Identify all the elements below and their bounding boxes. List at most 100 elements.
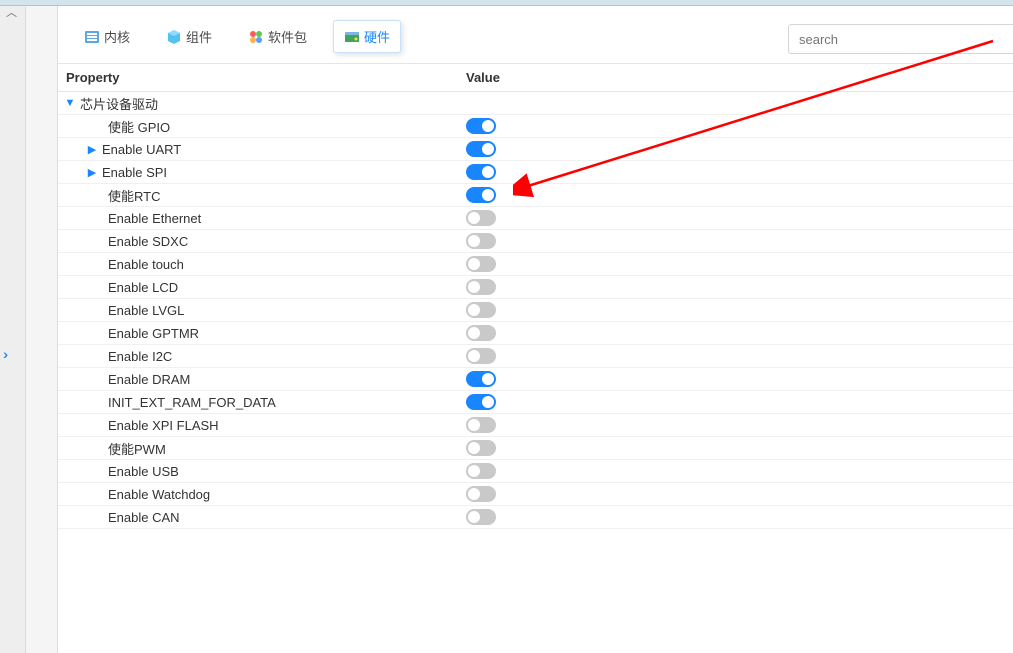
property-label: 使能 GPIO xyxy=(108,120,170,135)
property-label: Enable Ethernet xyxy=(108,211,201,226)
toggle-knob xyxy=(468,304,480,316)
toggle-switch[interactable] xyxy=(466,256,496,272)
property-label: Enable CAN xyxy=(108,510,180,525)
property-label: Enable SDXC xyxy=(108,234,188,249)
property-label: Enable I2C xyxy=(108,349,172,364)
main-area: 内核 组件 软件包 硬件 Pr xyxy=(58,6,1013,653)
header-property: Property xyxy=(62,70,462,85)
toggle-switch[interactable] xyxy=(466,302,496,318)
property-label: Enable XPI FLASH xyxy=(108,418,219,433)
tree-row[interactable]: ▶使能RTC xyxy=(58,184,1013,207)
toggle-switch[interactable] xyxy=(466,417,496,433)
toggle-switch[interactable] xyxy=(466,164,496,180)
toggle-switch[interactable] xyxy=(466,187,496,203)
property-label: Enable USB xyxy=(108,464,179,479)
toggle-switch[interactable] xyxy=(466,371,496,387)
property-label: 使能PWM xyxy=(108,442,166,457)
toggle-switch[interactable] xyxy=(466,141,496,157)
tab-packages[interactable]: 软件包 xyxy=(238,21,317,52)
property-label: Enable SPI xyxy=(102,165,167,180)
property-label: Enable DRAM xyxy=(108,372,190,387)
property-label: INIT_EXT_RAM_FOR_DATA xyxy=(108,395,276,410)
property-label: 使能RTC xyxy=(108,189,160,204)
search-input[interactable] xyxy=(788,24,1013,54)
toggle-knob xyxy=(468,442,480,454)
toggle-knob xyxy=(482,120,494,132)
header-value: Value xyxy=(462,70,1013,85)
property-tree: ▼ 芯片设备驱动 ▶使能 GPIO ▶ Enable UART ▶ Enable SPI… xyxy=(58,92,1013,653)
toggle-knob xyxy=(468,465,480,477)
toggle-knob xyxy=(468,419,480,431)
file-tab-strip xyxy=(26,6,58,653)
toggle-switch[interactable] xyxy=(466,348,496,364)
tree-row[interactable]: ▶Enable GPTMR xyxy=(58,322,1013,345)
toggle-knob xyxy=(468,258,480,270)
toggle-knob xyxy=(468,327,480,339)
toggle-switch[interactable] xyxy=(466,486,496,502)
tree-row[interactable]: ▶Enable I2C xyxy=(58,345,1013,368)
tree-row[interactable]: ▶Enable Ethernet xyxy=(58,207,1013,230)
tab-kernel[interactable]: 内核 xyxy=(74,21,140,52)
chevron-right-icon[interactable]: ▶ xyxy=(86,143,98,155)
tree-row[interactable]: ▶使能PWM xyxy=(58,437,1013,460)
tree-row[interactable]: ▶Enable LCD xyxy=(58,276,1013,299)
tree-row[interactable]: ▶ Enable UART xyxy=(58,138,1013,161)
toggle-switch[interactable] xyxy=(466,509,496,525)
tab-components[interactable]: 组件 xyxy=(156,21,222,52)
toggle-knob xyxy=(468,281,480,293)
tab-kernel-label: 内核 xyxy=(104,27,130,46)
property-label: Enable UART xyxy=(102,142,181,157)
property-label: Enable LVGL xyxy=(108,303,184,318)
toggle-knob xyxy=(468,350,480,362)
toggle-knob xyxy=(468,212,480,224)
toggle-knob xyxy=(468,511,480,523)
config-nav-tabs: 内核 组件 软件包 硬件 xyxy=(58,6,1013,63)
tree-row[interactable]: ▶Enable SDXC xyxy=(58,230,1013,253)
toggle-knob xyxy=(482,166,494,178)
tree-row[interactable]: ▶使能 GPIO xyxy=(58,115,1013,138)
tree-group-label: 芯片设备驱动 xyxy=(80,94,158,113)
property-label: Enable GPTMR xyxy=(108,326,199,341)
toggle-switch[interactable] xyxy=(466,233,496,249)
tree-row[interactable]: ▶Enable DRAM xyxy=(58,368,1013,391)
toggle-switch[interactable] xyxy=(466,279,496,295)
tree-row[interactable]: ▶INIT_EXT_RAM_FOR_DATA xyxy=(58,391,1013,414)
kernel-icon xyxy=(84,29,100,45)
toggle-switch[interactable] xyxy=(466,394,496,410)
toggle-knob xyxy=(482,189,494,201)
toggle-switch[interactable] xyxy=(466,210,496,226)
tab-packages-label: 软件包 xyxy=(268,27,307,46)
chevron-down-icon[interactable]: ▼ xyxy=(64,97,76,109)
hardware-icon xyxy=(344,29,360,45)
chevron-right-icon[interactable]: ▶ xyxy=(86,166,98,178)
expand-sidebar-icon[interactable]: › › xyxy=(3,346,4,362)
tree-row[interactable]: ▶Enable touch xyxy=(58,253,1013,276)
toggle-knob xyxy=(468,235,480,247)
tree-row[interactable]: ▶Enable CAN xyxy=(58,506,1013,529)
toggle-switch[interactable] xyxy=(466,463,496,479)
property-label: Enable Watchdog xyxy=(108,487,210,502)
outer-layout: ︿ › › 内核 组件 xyxy=(0,6,1013,653)
left-gutter: ︿ › › xyxy=(0,6,26,653)
toggle-knob xyxy=(468,488,480,500)
tab-hardware[interactable]: 硬件 xyxy=(333,20,401,53)
toggle-knob xyxy=(482,396,494,408)
toggle-knob xyxy=(482,373,494,385)
packages-icon xyxy=(248,29,264,45)
components-icon xyxy=(166,29,182,45)
toggle-switch[interactable] xyxy=(466,118,496,134)
collapse-up-icon[interactable]: ︿ xyxy=(6,4,17,20)
tree-row[interactable]: ▶Enable Watchdog xyxy=(58,483,1013,506)
tree-row[interactable]: ▶ Enable SPI xyxy=(58,161,1013,184)
tab-components-label: 组件 xyxy=(186,27,212,46)
property-label: Enable touch xyxy=(108,257,184,272)
grid-header: Property Value xyxy=(58,63,1013,92)
tree-row[interactable]: ▶Enable LVGL xyxy=(58,299,1013,322)
tree-group-row[interactable]: ▼ 芯片设备驱动 xyxy=(58,92,1013,115)
toggle-switch[interactable] xyxy=(466,440,496,456)
tree-row[interactable]: ▶Enable USB xyxy=(58,460,1013,483)
tab-hardware-label: 硬件 xyxy=(364,27,390,46)
tree-row[interactable]: ▶Enable XPI FLASH xyxy=(58,414,1013,437)
toggle-switch[interactable] xyxy=(466,325,496,341)
toggle-knob xyxy=(482,143,494,155)
